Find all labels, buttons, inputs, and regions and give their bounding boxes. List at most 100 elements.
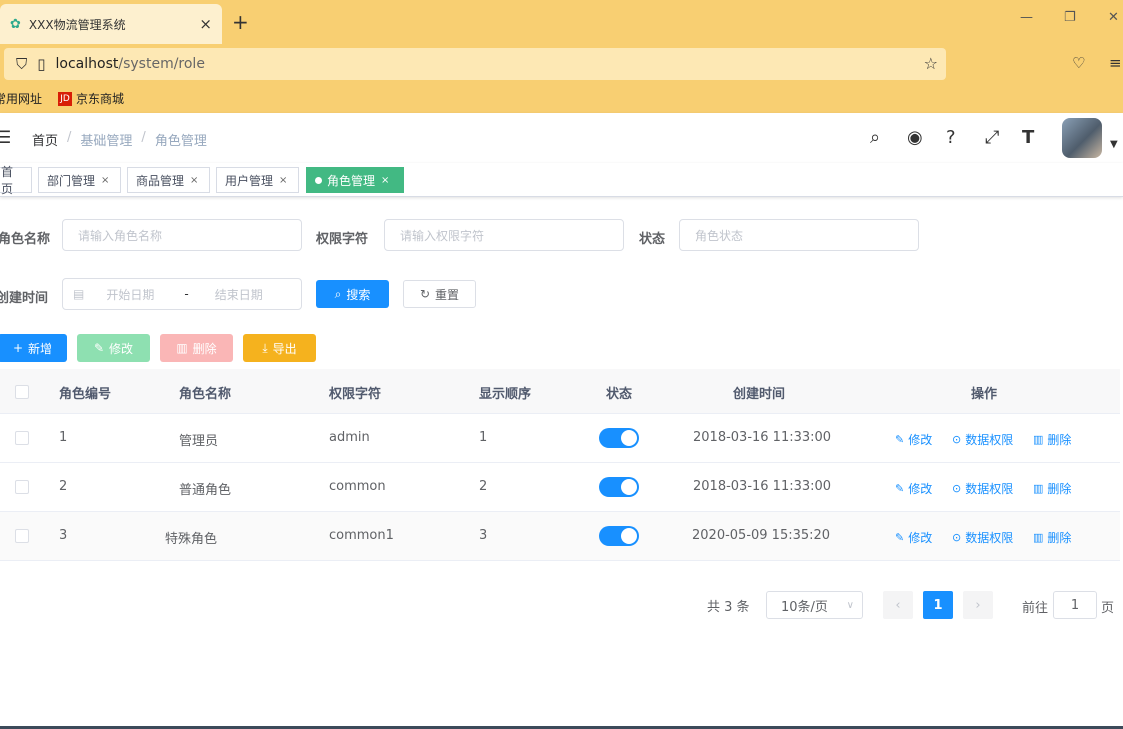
breadcrumb-separator: / [67, 130, 72, 145]
tag-close-icon[interactable]: × [190, 175, 198, 186]
col-order: 显示顺序 [479, 387, 532, 402]
role-key: common1 [329, 528, 394, 543]
row-delete-link[interactable]: ▥ 删除 [1033, 529, 1071, 546]
page-number-current[interactable]: 1 [923, 591, 953, 619]
next-page-button[interactable]: › [963, 591, 993, 619]
search-icon[interactable]: ⌕ [870, 127, 880, 148]
bookmark-jd[interactable]: JD 京东商城 [54, 90, 124, 107]
add-button-label: 新增 [28, 341, 53, 356]
table-row: 2 普通角色 common 2 2018-03-16 11:33:00 ✎ 修改 … [0, 463, 1120, 512]
caret-down-icon[interactable]: ▼ [1110, 139, 1118, 150]
trash-icon: ▥ [176, 341, 188, 355]
pocket-icon[interactable]: ♡ [1072, 54, 1085, 72]
tag-goods[interactable]: 商品管理 × [127, 167, 210, 193]
status-switch[interactable] [599, 477, 639, 497]
edit-icon: ✎ [895, 482, 905, 495]
goto-prefix: 前往 [1022, 601, 1049, 616]
row-edit-link[interactable]: ✎ 修改 [895, 480, 932, 497]
close-tab-icon[interactable]: × [199, 15, 212, 33]
row-data-scope-link[interactable]: ⊙ 数据权限 [952, 529, 1013, 546]
end-date-input[interactable]: 结束日期 [215, 286, 263, 303]
row-edit-link[interactable]: ✎ 修改 [895, 529, 932, 546]
table-row: 3 特殊角色 common1 3 2020-05-09 15:35:20 ✎ 修改… [0, 512, 1120, 561]
bookmark-star-icon[interactable]: ☆ [924, 54, 938, 73]
breadcrumb: 首页 / 基础管理 / 角色管理 [32, 130, 207, 149]
minimize-icon[interactable]: — [1020, 10, 1033, 25]
date-range-picker[interactable]: ▤ 开始日期 - 结束日期 [62, 278, 302, 310]
font-size-icon[interactable]: T [1022, 127, 1034, 148]
row-data-scope-link[interactable]: ⊙ 数据权限 [952, 480, 1013, 497]
new-tab-icon[interactable]: + [232, 10, 249, 34]
perm-label: 权限字符 [316, 232, 369, 247]
row-checkbox[interactable] [15, 529, 29, 543]
role-created: 2020-05-09 15:35:20 [692, 528, 831, 543]
tag-close-icon[interactable]: × [279, 175, 287, 186]
bookmark-common-sites[interactable]: 常用网址 [0, 90, 42, 107]
prev-page-button[interactable]: ‹ [883, 591, 913, 619]
status-switch[interactable] [599, 428, 639, 448]
search-button[interactable]: ⌕ 搜索 [316, 280, 389, 308]
role-table: 角色编号 角色名称 权限字符 显示顺序 状态 创建时间 操作 1 管理员 adm… [0, 369, 1120, 561]
trash-icon: ▥ [1033, 433, 1044, 446]
bookmarks-bar: 常用网址 JD 京东商城 [0, 84, 1123, 113]
row-data-scope-link[interactable]: ⊙ 数据权限 [952, 431, 1013, 448]
table-row: 1 管理员 admin 1 2018-03-16 11:33:00 ✎ 修改 ⊙ 数… [0, 414, 1120, 463]
tag-role[interactable]: 角色管理 × [306, 167, 404, 193]
edit-button[interactable]: ✎ 修改 [77, 334, 150, 362]
role-order: 3 [479, 528, 488, 543]
tag-home[interactable]: 首页 [0, 165, 32, 196]
page-info-icon[interactable]: ▯ [37, 55, 45, 73]
edit-icon: ✎ [895, 433, 905, 446]
tag-label: 商品管理 [136, 173, 185, 188]
window-close-icon[interactable]: ✕ [1108, 10, 1119, 25]
role-name: 管理员 [179, 434, 219, 449]
start-date-input[interactable]: 开始日期 [106, 286, 154, 303]
row-delete-link[interactable]: ▥ 删除 [1033, 431, 1071, 448]
perm-input[interactable]: 请输入权限字符 [384, 219, 624, 251]
reset-button[interactable]: ↻ 重置 [403, 280, 476, 308]
delete-button[interactable]: ▥ 删除 [160, 334, 233, 362]
edit-button-label: 修改 [109, 341, 134, 356]
help-icon[interactable]: ? [946, 127, 956, 148]
export-button[interactable]: ⤓ 导出 [243, 334, 316, 362]
restore-icon[interactable]: ❐ [1064, 10, 1076, 25]
tag-close-icon[interactable]: × [381, 175, 389, 186]
calendar-icon: ▤ [73, 287, 85, 301]
col-created: 创建时间 [733, 387, 786, 402]
tag-dept[interactable]: 部门管理 × [38, 167, 121, 193]
tag-user[interactable]: 用户管理 × [216, 167, 299, 193]
select-all-checkbox[interactable] [15, 385, 29, 399]
row-checkbox[interactable] [15, 431, 29, 445]
download-icon: ⤓ [262, 340, 268, 355]
row-checkbox[interactable] [15, 480, 29, 494]
plus-icon: + [12, 341, 24, 355]
hamburger-icon[interactable]: ☰ [0, 128, 11, 148]
app-favicon-icon: ✿ [10, 16, 21, 32]
row-edit-label: 修改 [908, 482, 933, 496]
row-delete-link[interactable]: ▥ 删除 [1033, 480, 1071, 497]
trash-icon: ▥ [1033, 531, 1044, 544]
avatar[interactable] [1062, 118, 1102, 158]
role-id: 3 [59, 528, 68, 543]
table-header: 角色编号 角色名称 权限字符 显示顺序 状态 创建时间 操作 [0, 369, 1120, 414]
row-edit-link[interactable]: ✎ 修改 [895, 431, 932, 448]
bookmark-jd-label: 京东商城 [76, 92, 125, 106]
role-name-input[interactable]: 请输入角色名称 [62, 219, 302, 251]
status-switch[interactable] [599, 526, 639, 546]
add-button[interactable]: + 新增 [0, 334, 67, 362]
status-label: 状态 [639, 232, 666, 247]
status-select[interactable]: 角色状态 [679, 219, 919, 251]
tag-close-icon[interactable]: × [101, 175, 109, 186]
pagination-total: 共 3 条 [707, 600, 750, 615]
github-icon[interactable]: ◉ [907, 127, 923, 148]
reset-button-label: 重置 [435, 287, 460, 302]
fullscreen-icon[interactable]: ⤢ [985, 127, 999, 148]
menu-icon[interactable]: ≡ [1109, 54, 1122, 72]
breadcrumb-home[interactable]: 首页 [32, 130, 58, 149]
goto-page-input[interactable]: 1 [1053, 591, 1097, 619]
browser-tab-strip: ✿ XXX物流管理系统 × + — ❐ ✕ [0, 0, 1123, 44]
shield-icon[interactable]: ⛉ [16, 55, 27, 73]
browser-tab[interactable]: ✿ XXX物流管理系统 × [0, 4, 222, 44]
page-size-select[interactable]: 10条/页 ∨ [766, 591, 863, 619]
address-bar[interactable]: ⛉ ▯ localhost/system/role ☆ [4, 48, 946, 80]
